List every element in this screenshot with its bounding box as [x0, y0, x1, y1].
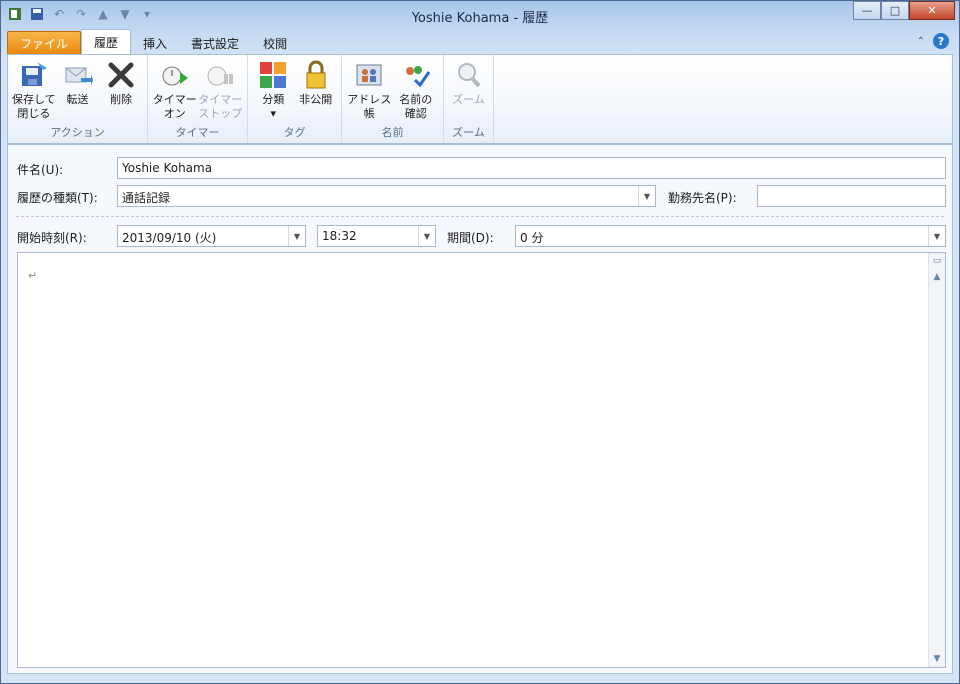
delete-icon	[105, 59, 137, 91]
group-zoom: ズーム ズーム	[444, 55, 494, 143]
ruler-icon[interactable]: ▭	[929, 253, 945, 269]
ribbon: 保存して 閉じる 転送 削除 アクション タイマー オン タイマー ストップ タ…	[7, 54, 953, 144]
duration-value: 0 分	[520, 231, 544, 245]
group-label-tags: タグ	[283, 126, 306, 139]
group-timer: タイマー オン タイマー ストップ タイマー	[148, 55, 248, 143]
timer-stop-label: タイマー ストップ	[198, 93, 243, 120]
zoom-label: ズーム	[452, 93, 485, 106]
minimize-button[interactable]: —	[853, 1, 881, 20]
categorize-label: 分類 ▾	[262, 93, 285, 120]
close-button[interactable]: ✕	[909, 1, 955, 20]
group-actions: 保存して 閉じる 転送 削除 アクション	[8, 55, 148, 143]
help-area: ⌃ ?	[917, 33, 949, 49]
minimize-ribbon-icon[interactable]: ⌃	[917, 36, 925, 47]
duration-select[interactable]: 0 分 ▼	[515, 225, 946, 247]
timer-on-icon	[159, 59, 191, 91]
notes-body[interactable]: ↵ ▭ ▲ ▼	[17, 252, 946, 668]
company-label: 勤務先名(P):	[668, 191, 737, 205]
type-label: 履歴の種類(T):	[17, 191, 98, 205]
start-date-select[interactable]: 2013/09/10 (火) ▼	[117, 225, 306, 247]
timer-stop-icon	[204, 59, 236, 91]
save-close-icon	[18, 59, 50, 91]
group-tags: 分類 ▾ 非公開 タグ	[248, 55, 342, 143]
scroll-up-icon[interactable]: ▲	[929, 269, 945, 285]
group-label-zoom: ズーム	[452, 126, 485, 139]
check-names-icon	[400, 59, 432, 91]
delete-label: 削除	[110, 93, 133, 106]
start-time-value: 18:32	[322, 229, 357, 243]
title-bar: ↶ ↷ ▲ ▼ ▾ Yoshie Kohama - 履歴 — □ ✕	[1, 1, 959, 29]
window-title: Yoshie Kohama - 履歴	[411, 11, 549, 26]
save-close-label: 保存して 閉じる	[12, 93, 56, 120]
start-date-value: 2013/09/10 (火)	[122, 231, 217, 245]
categorize-icon	[257, 59, 289, 91]
duration-label: 期間(D):	[447, 231, 494, 245]
start-label: 開始時刻(R):	[17, 231, 87, 245]
journal-form: 件名(U): Yoshie Kohama 履歴の種類(T): 通話記録 ▼ 勤務…	[7, 144, 953, 674]
chevron-down-icon[interactable]: ▼	[928, 226, 945, 246]
company-input[interactable]	[757, 185, 946, 207]
journal-window: ↶ ↷ ▲ ▼ ▾ Yoshie Kohama - 履歴 — □ ✕ ファイル …	[0, 0, 960, 684]
address-book-label: アドレス帳	[347, 93, 392, 120]
group-label-timer: タイマー	[175, 126, 220, 139]
chevron-down-icon[interactable]: ▼	[288, 226, 305, 246]
scroll-down-icon[interactable]: ▼	[929, 651, 945, 667]
tab-review[interactable]: 校閲	[251, 32, 299, 54]
zoom-icon	[453, 59, 485, 91]
tab-file[interactable]: ファイル	[7, 31, 82, 54]
window-controls: — □ ✕	[853, 1, 955, 20]
forward-icon	[62, 59, 94, 91]
timer-on-label: タイマー オン	[152, 93, 197, 120]
tab-format[interactable]: 書式設定	[179, 32, 251, 54]
check-names-label: 名前の 確認	[399, 93, 433, 120]
address-book-icon	[353, 59, 385, 91]
paragraph-mark: ↵	[28, 269, 38, 282]
group-names: アドレス帳 名前の 確認 名前	[342, 55, 444, 143]
forward-label: 転送	[66, 93, 89, 106]
lock-icon	[300, 59, 332, 91]
chevron-down-icon[interactable]: ▼	[638, 186, 655, 206]
separator	[16, 216, 944, 217]
private-label: 非公開	[299, 93, 333, 106]
maximize-button[interactable]: □	[881, 1, 909, 20]
subject-input[interactable]: Yoshie Kohama	[117, 157, 946, 179]
chevron-down-icon[interactable]: ▼	[418, 226, 435, 246]
group-label-names: 名前	[381, 126, 404, 139]
group-label-actions: アクション	[50, 126, 105, 139]
scrollbar[interactable]: ▭ ▲ ▼	[928, 253, 945, 667]
type-select[interactable]: 通話記録 ▼	[117, 185, 656, 207]
ribbon-tabs: ファイル 履歴 挿入 書式設定 校閲	[7, 29, 299, 54]
start-time-select[interactable]: 18:32 ▼	[317, 225, 436, 247]
subject-label: 件名(U):	[17, 163, 64, 177]
type-value: 通話記録	[122, 191, 171, 205]
help-icon[interactable]: ?	[933, 33, 949, 49]
tab-insert[interactable]: 挿入	[131, 32, 179, 54]
tab-journal[interactable]: 履歴	[81, 29, 132, 54]
